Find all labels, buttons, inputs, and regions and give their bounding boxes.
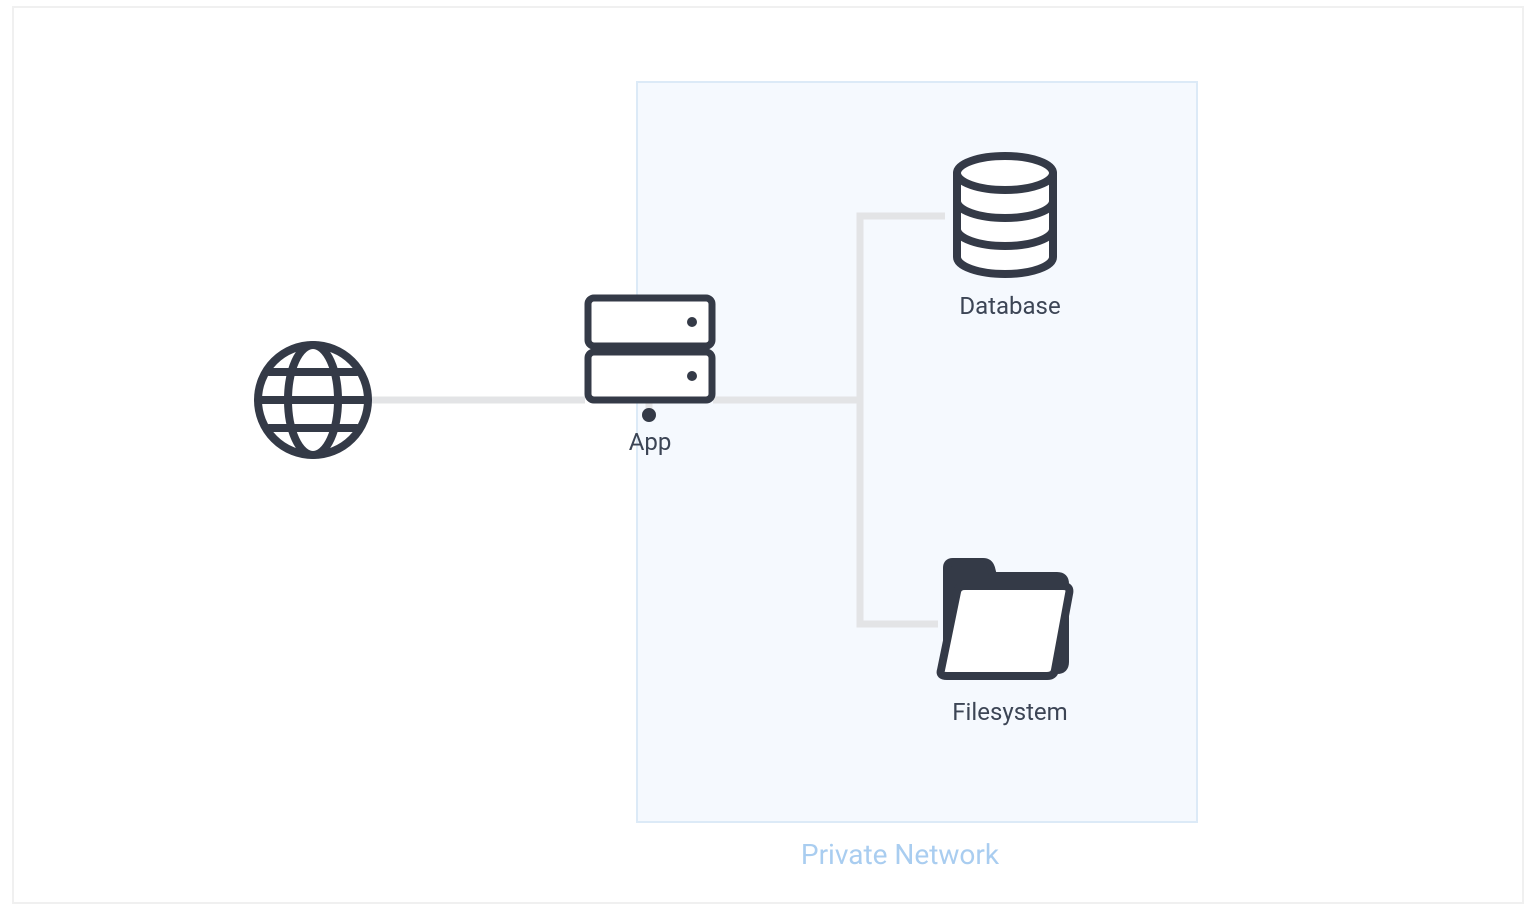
app-label: App xyxy=(570,428,730,456)
edge-app-stub-dot xyxy=(642,408,656,422)
private-network-label: Private Network xyxy=(720,838,1080,871)
globe-icon xyxy=(258,345,368,455)
folder-icon xyxy=(941,562,1070,676)
database-icon xyxy=(957,156,1053,274)
server-icon xyxy=(588,298,712,400)
architecture-diagram xyxy=(0,0,1540,914)
database-label: Database xyxy=(920,292,1100,320)
filesystem-label: Filesystem xyxy=(910,698,1110,726)
